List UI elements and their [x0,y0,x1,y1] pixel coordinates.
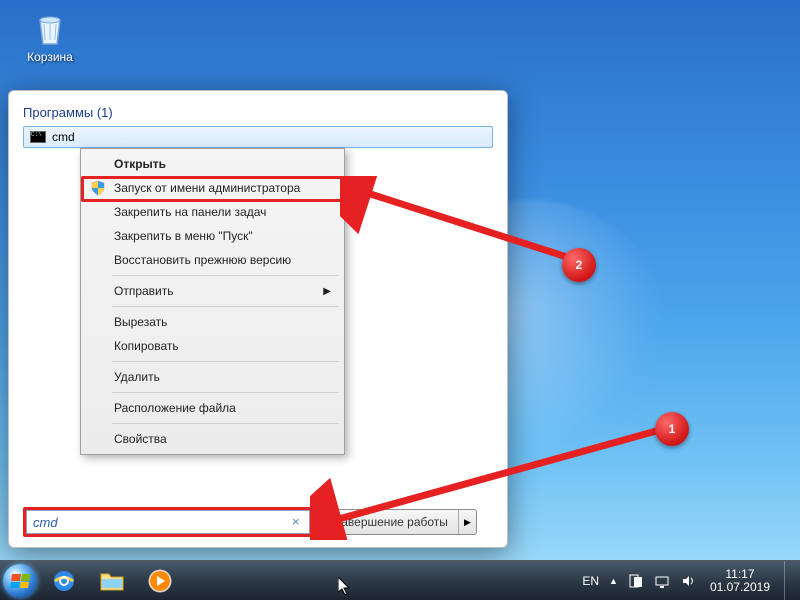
clock[interactable]: 11:17 01.07.2019 [706,568,774,594]
windows-logo-icon [10,574,30,588]
cmd-icon [30,131,46,143]
menu-pin-taskbar[interactable]: Закрепить на панели задач [84,200,341,224]
submenu-arrow-icon: ▶ [323,286,331,297]
language-indicator[interactable]: EN [582,574,599,588]
annotation-badge-2: 2 [562,248,596,282]
taskbar-explorer[interactable] [90,565,134,597]
menu-separator [112,306,339,307]
menu-file-location[interactable]: Расположение файла [84,396,341,420]
search-box-highlight: × [23,507,313,537]
network-icon[interactable] [654,573,670,589]
programs-section-header: Программы (1) [23,105,493,120]
search-result-cmd[interactable]: cmd [23,126,493,148]
taskbar-ie[interactable] [42,565,86,597]
ie-icon [51,568,77,594]
system-tray: EN ▲ 11:17 01.07.2019 [582,561,800,600]
menu-send-to[interactable]: Отправить▶ [84,279,341,303]
volume-icon[interactable] [680,573,696,589]
search-result-label: cmd [52,130,75,144]
menu-separator [112,275,339,276]
shutdown-options-button[interactable]: ▶ [458,510,476,534]
menu-separator [112,423,339,424]
clock-time: 11:17 [710,568,770,581]
clear-search-button[interactable]: × [292,516,304,528]
menu-copy[interactable]: Копировать [84,334,341,358]
folder-icon [99,570,125,592]
shutdown-button[interactable]: Завершение работы ▶ [323,509,477,535]
menu-separator [112,392,339,393]
shutdown-label: Завершение работы [324,515,458,529]
search-input[interactable] [26,510,310,534]
taskbar: EN ▲ 11:17 01.07.2019 [0,560,800,600]
media-player-icon [147,568,173,594]
menu-pin-start[interactable]: Закрепить в меню "Пуск" [84,224,341,248]
menu-restore-previous[interactable]: Восстановить прежнюю версию [84,248,341,272]
show-desktop-button[interactable] [784,561,794,600]
context-menu: Открыть Запуск от имени администратора З… [80,148,345,455]
menu-separator [112,361,339,362]
mouse-cursor-icon [338,577,352,597]
menu-delete[interactable]: Удалить [84,365,341,389]
clock-date: 01.07.2019 [710,581,770,594]
action-center-icon[interactable] [628,573,644,589]
menu-cut[interactable]: Вырезать [84,310,341,334]
menu-run-as-admin[interactable]: Запуск от имени администратора [84,176,341,200]
start-button[interactable] [0,561,40,600]
search-row: × Завершение работы ▶ [23,507,497,537]
uac-shield-icon [90,180,106,196]
recycle-bin-icon [30,8,70,48]
taskbar-wmp[interactable] [138,565,182,597]
recycle-bin[interactable]: Корзина [20,8,80,64]
recycle-bin-label: Корзина [20,50,80,64]
menu-open[interactable]: Открыть [84,152,341,176]
annotation-badge-1: 1 [655,412,689,446]
tray-overflow-button[interactable]: ▲ [609,576,618,586]
menu-properties[interactable]: Свойства [84,427,341,451]
